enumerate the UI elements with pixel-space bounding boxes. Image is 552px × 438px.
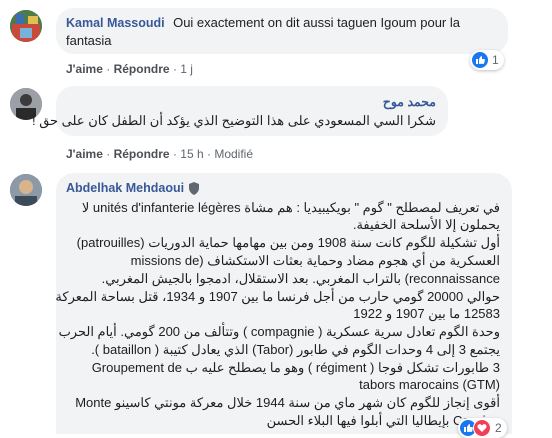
like-button[interactable]: J'aime [66, 62, 103, 76]
reaction-count: 1 [492, 53, 499, 67]
comment-actions: J'aime · Répondre · 15 h · Modifié [66, 147, 253, 161]
reply-button[interactable]: Répondre [114, 62, 170, 76]
comment-text-line: العسكرية من أي هجوم مضاد وحماية بعثات ال… [130, 253, 500, 268]
comment-text-line: في تعريف لمصطلح " گوم " بويكيبيديا : هم … [81, 200, 500, 215]
edited-label[interactable]: Modifié [214, 147, 253, 161]
timestamp[interactable]: 1 j [180, 62, 193, 76]
avatar[interactable] [10, 10, 42, 42]
avatar[interactable] [10, 174, 42, 206]
comment-bubble: Abdelhak Mehdaoui في تعريف لمصطلح " گوم … [55, 173, 512, 434]
comment-text-line: أول تشكيلة للگوم كانت سنة 1908 ومن بين م… [76, 235, 500, 250]
comment-text-line: يجتمع 3 إلى 4 وحدات الگوم في طابور (Tabo… [91, 342, 500, 357]
comment-bubble: محمد موح شكرا السي المسعودي على هذا التو… [32, 86, 448, 136]
comment-text-line: reconnaissance) بالتراب المغربي. بعد الا… [101, 271, 500, 286]
badge-icon [188, 181, 200, 195]
comment-text-line: أقوى إنجاز للگوم كان شهر ماي من سنة 1944… [75, 395, 500, 410]
separator: · [106, 62, 114, 76]
reaction-summary[interactable]: 1 [470, 50, 504, 70]
love-reaction-icon [473, 419, 491, 437]
comment-author[interactable]: محمد موح [383, 94, 436, 109]
comment-text: شكرا السي المسعودي على هذا التوضيح الذي … [31, 113, 436, 128]
reply-button[interactable]: Répondre [114, 147, 170, 161]
reaction-count: 2 [495, 421, 502, 435]
timestamp[interactable]: 15 h [180, 147, 203, 161]
comment-text-line: يحملون إلا الأسلحة الخفيفة. [352, 217, 500, 232]
separator: · [106, 147, 114, 161]
comment-text: Oui exactement on dit aussi taguen Igoum… [173, 15, 460, 30]
reaction-summary[interactable]: 2 [458, 418, 507, 438]
comment-text-line: حوالي 20000 گومي حارب من أجل فرنسا ما بي… [55, 289, 500, 304]
comment-text-cont: fantasia [66, 33, 112, 48]
comment-text-line: وحدة الگوم تعادل سرية عسكرية ( compagnie… [58, 324, 500, 339]
comment-author[interactable]: Abdelhak Mehdaoui [66, 181, 184, 195]
comment-author[interactable]: Kamal Massoudi [66, 16, 165, 30]
comment-bubble: Kamal Massoudi Oui exactement on dit aus… [56, 8, 508, 54]
comment-text-line: 3 طابورات تشكل فوجا ( régiment ) وهو ما … [91, 360, 500, 375]
comment-actions: J'aime · Répondre · 1 j [66, 62, 193, 76]
comment-text-line: 12583 ما بين 1907 و 1922 [353, 306, 500, 321]
like-reaction-icon [472, 52, 488, 68]
comment-text-line: tabors marocains (GTM) [359, 377, 500, 392]
like-button[interactable]: J'aime [66, 147, 103, 161]
